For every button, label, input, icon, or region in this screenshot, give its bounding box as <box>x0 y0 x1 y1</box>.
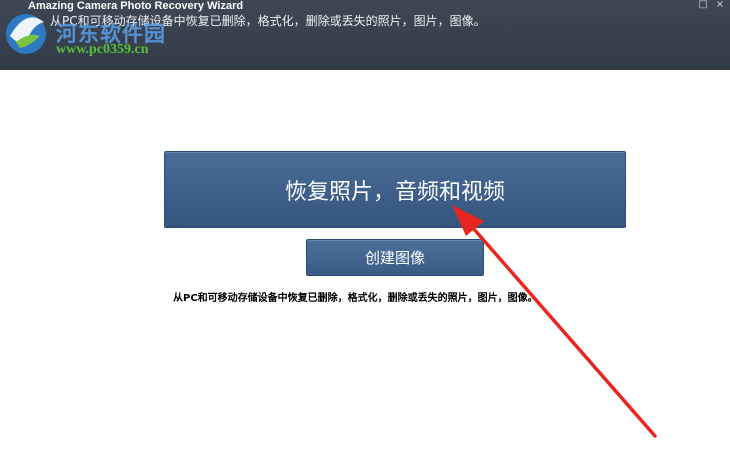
app-title: Amazing Camera Photo Recovery Wizard <box>28 0 244 12</box>
maximize-button[interactable]: □ <box>697 0 709 10</box>
title-bar: Amazing Camera Photo Recovery Wizard 从PC… <box>0 0 730 70</box>
recover-photos-audio-video-button[interactable]: 恢复照片，音频和视频 <box>164 151 626 228</box>
close-button[interactable]: × <box>714 0 726 10</box>
create-image-button[interactable]: 创建图像 <box>306 239 484 276</box>
watermark-url: www.pc0359.cn <box>56 42 149 57</box>
description-text: 从PC和可移动存储设备中恢复已删除，格式化，删除或丢失的照片，图片，图像。 <box>173 293 538 304</box>
